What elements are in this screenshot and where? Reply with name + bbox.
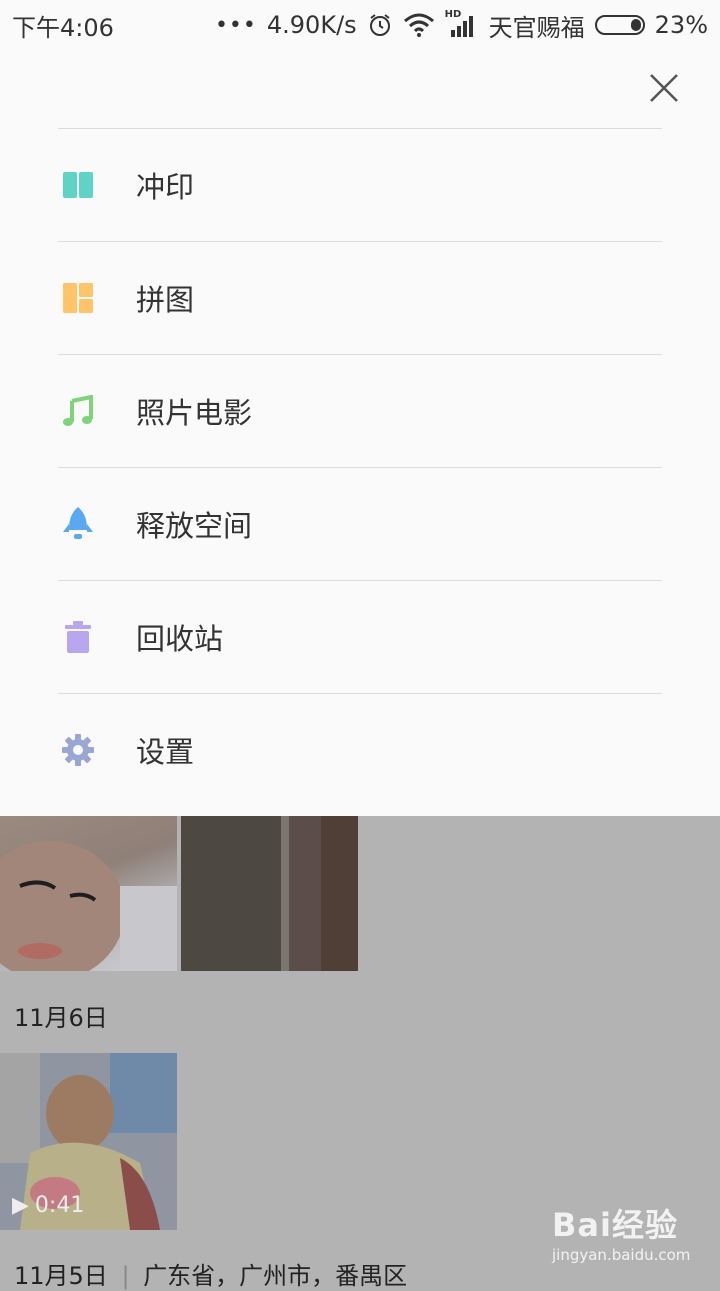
gear-icon	[58, 730, 98, 770]
menu-item-free-space[interactable]: 释放空间	[58, 467, 662, 580]
watermark: Bai经验 jingyan.baidu.com	[552, 1200, 690, 1264]
battery-percent: 23%	[654, 11, 708, 39]
print-icon	[58, 165, 98, 205]
video-duration-text: 0:41	[34, 1193, 85, 1218]
more-dots-icon: •••	[214, 12, 257, 38]
trash-icon	[58, 617, 98, 657]
more-menu-panel: 冲印 拼图 照片电影 释放空间 回收站 设置	[0, 50, 720, 816]
play-icon: ▶	[12, 1193, 29, 1218]
status-time: 下午4:06	[12, 13, 114, 42]
watermark-site: jingyan.baidu.com	[552, 1246, 691, 1264]
date-text: 11月5日	[14, 1262, 108, 1290]
menu-item-recycle-bin[interactable]: 回收站	[58, 580, 662, 693]
date-header: 11月6日	[14, 1004, 108, 1032]
menu-list: 冲印 拼图 照片电影 释放空间 回收站 设置	[58, 128, 662, 806]
menu-item-print[interactable]: 冲印	[58, 128, 662, 241]
menu-item-label: 冲印	[136, 170, 195, 204]
menu-item-label: 设置	[136, 735, 195, 769]
status-right: ••• 4.90K/s HD 天官赐福 23%	[215, 8, 708, 43]
video-thumbnail[interactable]: ▶ 0:41	[0, 1053, 177, 1230]
menu-item-photo-movie[interactable]: 照片电影	[58, 354, 662, 467]
close-button[interactable]	[646, 70, 682, 106]
battery-icon	[594, 15, 645, 35]
carrier-name: 天官赐福	[488, 13, 585, 42]
menu-item-settings[interactable]: 设置	[58, 693, 662, 806]
video-duration: ▶ 0:41	[12, 1193, 84, 1218]
status-bar: 下午4:06 ••• 4.90K/s HD 天官赐福 23%	[0, 0, 720, 50]
photo-thumbnail[interactable]	[181, 816, 358, 971]
divider: |	[121, 1262, 130, 1290]
menu-item-label: 拼图	[136, 283, 195, 317]
menu-item-label: 回收站	[136, 622, 224, 656]
menu-item-collage[interactable]: 拼图	[58, 241, 662, 354]
close-icon	[650, 74, 678, 102]
rocket-icon	[58, 504, 98, 544]
date-header: 11月5日 | 广东省，广州市，番禺区	[14, 1256, 407, 1291]
location-text: 广东省，广州市，番禺区	[143, 1262, 408, 1290]
menu-item-label: 照片电影	[136, 396, 253, 430]
watermark-brand: Bai经验	[552, 1206, 678, 1244]
menu-item-label: 释放空间	[136, 509, 253, 543]
photo-thumbnail[interactable]	[0, 816, 177, 971]
collage-icon	[58, 278, 98, 318]
alarm-icon	[369, 14, 390, 36]
network-speed: 4.90K/s	[266, 11, 357, 39]
music-note-icon	[58, 391, 98, 431]
signal-icon: HD	[445, 9, 479, 38]
wifi-icon	[403, 13, 434, 37]
